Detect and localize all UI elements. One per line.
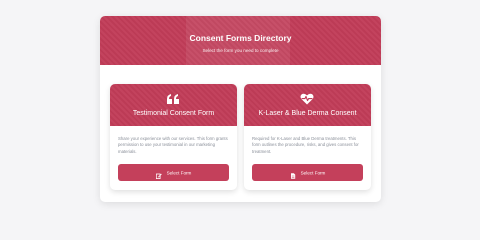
heartbeat-icon	[300, 92, 314, 105]
card-title: K-Laser & Blue Derma Consent	[258, 110, 357, 117]
testimonial-consent-card: Testimonial Consent Form Share your expe…	[110, 84, 237, 190]
page-title: Consent Forms Directory	[189, 33, 292, 43]
card-header: K-Laser & Blue Derma Consent	[244, 84, 371, 126]
select-form-button[interactable]: Select Form	[252, 164, 363, 181]
card-title: Testimonial Consent Form	[132, 110, 215, 117]
klaser-blue-derma-consent-card: K-Laser & Blue Derma Consent Required fo…	[244, 84, 371, 190]
select-form-label: Select Form	[300, 170, 326, 176]
quote-icon	[166, 92, 180, 104]
document-icon	[290, 169, 296, 179]
select-form-label: Select Form	[166, 170, 192, 176]
card-header: Testimonial Consent Form	[110, 84, 237, 126]
pen-icon	[155, 169, 162, 179]
card-description: Required for K-Laser and Blue Derma trea…	[252, 136, 359, 154]
page-subtitle: Select the form you need to complete	[202, 48, 279, 53]
select-form-button[interactable]: Select Form	[118, 164, 229, 181]
card-description: Share your experience with our services.…	[118, 136, 228, 154]
directory-header: Consent Forms Directory Select the form …	[100, 16, 381, 65]
